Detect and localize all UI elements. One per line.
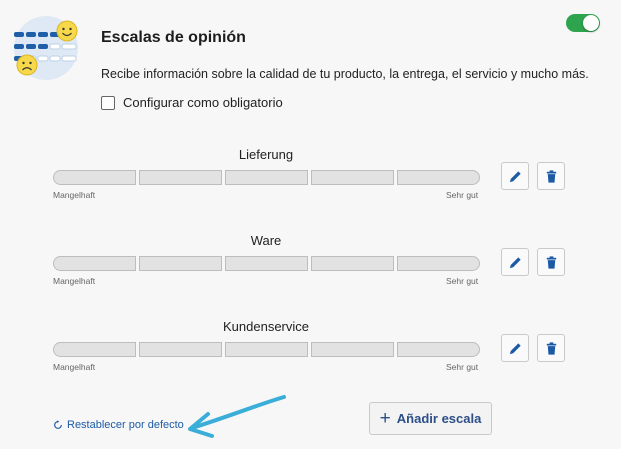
scale-segment <box>225 170 308 185</box>
delete-scale-button[interactable] <box>537 334 565 362</box>
mandatory-checkbox[interactable] <box>101 95 115 110</box>
scale-bar <box>53 342 480 357</box>
scale-item: Lieferung Mangelhaft Sehr gut <box>53 147 573 207</box>
trash-icon <box>546 255 556 269</box>
arrow-annotation-icon <box>188 395 286 438</box>
edit-scale-button[interactable] <box>501 162 529 190</box>
scale-segment <box>53 256 136 271</box>
edit-scale-button[interactable] <box>501 334 529 362</box>
scale-item: Kundenservice Mangelhaft Sehr gut <box>53 319 573 379</box>
opinion-scales-panel: Escalas de opinión Recibe información so… <box>0 0 621 449</box>
scale-segment <box>139 170 222 185</box>
toggle-knob <box>583 15 599 31</box>
scale-title: Ware <box>250 233 282 248</box>
plus-icon: + <box>379 408 391 429</box>
delete-scale-button[interactable] <box>537 248 565 276</box>
pencil-icon <box>509 170 521 182</box>
scale-segment <box>53 342 136 357</box>
mandatory-option[interactable]: Configurar como obligatorio <box>101 95 283 110</box>
scale-segment <box>139 342 222 357</box>
delete-scale-button[interactable] <box>537 162 565 190</box>
scale-segment <box>53 170 136 185</box>
scale-low-label: Mangelhaft <box>53 362 96 372</box>
scale-bar <box>53 170 480 185</box>
scale-segment <box>397 342 480 357</box>
trash-icon <box>546 341 556 355</box>
scale-segment <box>397 256 480 271</box>
scale-high-label: Sehr gut <box>446 362 479 372</box>
enable-toggle[interactable] <box>566 14 600 32</box>
pencil-icon <box>509 256 521 268</box>
scale-high-label: Sehr gut <box>446 276 479 286</box>
mandatory-label: Configurar como obligatorio <box>123 95 283 110</box>
page-description: Recibe información sobre la calidad de t… <box>101 67 589 81</box>
scale-segment <box>225 256 308 271</box>
scale-segment <box>397 170 480 185</box>
opinion-scales-illustration <box>14 16 78 80</box>
reset-label: Restablecer por defecto <box>67 419 184 431</box>
page-title: Escalas de opinión <box>101 29 246 46</box>
scale-segment <box>139 256 222 271</box>
scale-title: Lieferung <box>238 147 294 162</box>
scale-low-label: Mangelhaft <box>53 190 96 200</box>
add-scale-button[interactable]: + Añadir escala <box>369 402 492 435</box>
pencil-icon <box>509 342 521 354</box>
scale-title: Kundenservice <box>223 319 309 334</box>
reset-defaults-link[interactable]: Restablecer por defecto <box>53 419 184 431</box>
scale-item: Ware Mangelhaft Sehr gut <box>53 233 573 293</box>
edit-scale-button[interactable] <box>501 248 529 276</box>
scale-segment <box>311 170 394 185</box>
refresh-icon <box>54 420 62 429</box>
scale-low-label: Mangelhaft <box>53 276 96 286</box>
scale-segment <box>311 342 394 357</box>
scale-segment <box>311 256 394 271</box>
scale-high-label: Sehr gut <box>446 190 479 200</box>
scale-bar <box>53 256 480 271</box>
trash-icon <box>546 169 556 183</box>
scale-segment <box>225 342 308 357</box>
add-scale-label: Añadir escala <box>396 411 482 426</box>
